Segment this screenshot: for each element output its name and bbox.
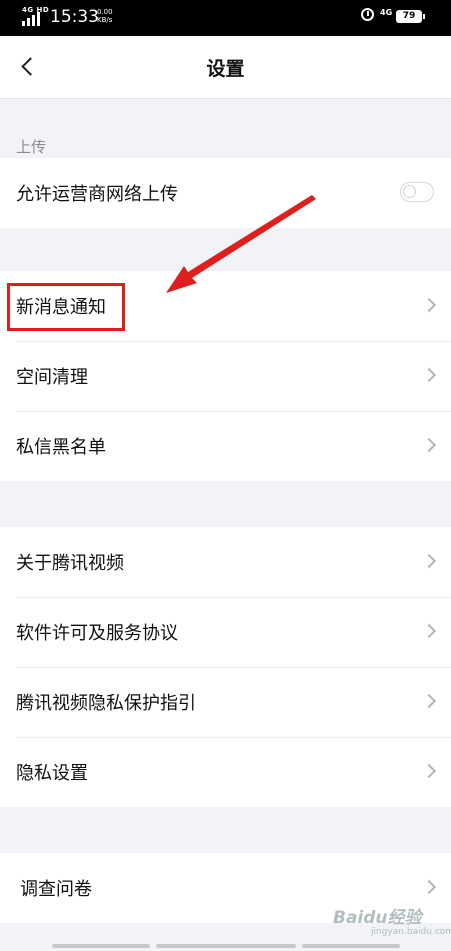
watermark-subtext: jingyan.baidu.com	[371, 927, 451, 937]
annotation-arrow-icon	[166, 195, 316, 293]
nav-bar-segment	[156, 944, 296, 948]
nav-bar-segment	[52, 944, 150, 948]
watermark-logo: Baidu经验 jingyan.baidu.com	[333, 893, 451, 941]
nav-bar-segment	[302, 944, 400, 948]
watermark-text: Baidu经验	[333, 908, 422, 928]
